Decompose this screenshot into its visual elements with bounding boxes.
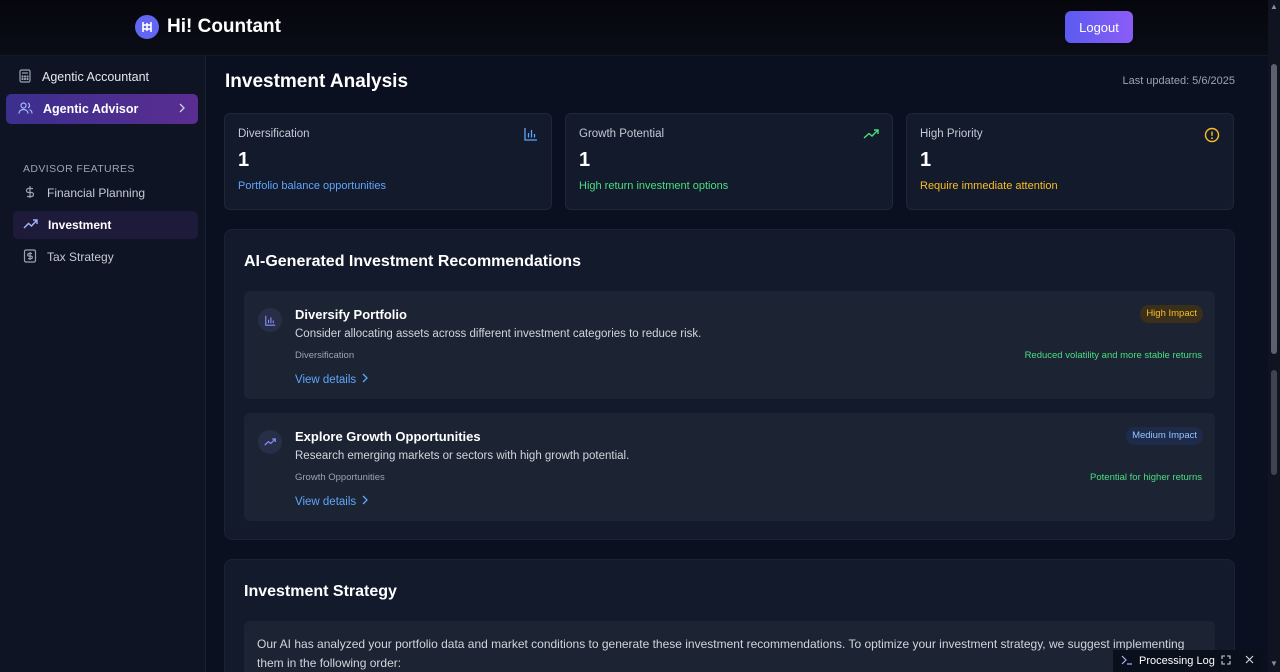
sidebar-item-label: Tax Strategy [47, 250, 114, 264]
section-label-advisor-features: ADVISOR FEATURES [23, 163, 135, 175]
impact-badge: Medium Impact [1126, 427, 1203, 445]
view-details-label: View details [295, 495, 357, 508]
sidebar-item-agentic-accountant[interactable]: Agentic Accountant [6, 62, 198, 92]
calculator-icon [18, 68, 32, 86]
last-updated-text: Last updated: 5/6/2025 [1122, 75, 1235, 87]
sidebar-item-label: Investment [48, 218, 112, 232]
strategy-text: Our AI has analyzed your portfolio data … [244, 621, 1215, 672]
strategy-panel: Investment Strategy Our AI has analyzed … [224, 559, 1235, 672]
recommendation-category: Diversification [295, 350, 355, 361]
recommendation-outcome: Potential for higher returns [1090, 472, 1202, 483]
logout-button[interactable]: Logout [1065, 11, 1133, 43]
stat-card-diversification: Diversification 1 Portfolio balance oppo… [224, 113, 552, 210]
stat-card-growth-potential: Growth Potential 1 High return investmen… [565, 113, 893, 210]
processing-log-bar[interactable]: Processing Log [1113, 650, 1261, 672]
scrollbar-thumb[interactable] [1271, 64, 1277, 354]
sidebar-item-tax-strategy[interactable]: Tax Strategy [13, 243, 198, 271]
terminal-icon [1121, 655, 1133, 668]
stat-description: Portfolio balance opportunities [238, 180, 386, 192]
scroll-down-arrow-icon[interactable]: ▼ [1270, 660, 1278, 668]
expand-icon[interactable] [1221, 654, 1231, 668]
recommendation-card[interactable]: Explore Growth Opportunities Research em… [244, 413, 1215, 521]
top-header: Hi! Countant Logout [0, 0, 1268, 56]
stat-label: Diversification [238, 128, 310, 140]
sidebar-item-investment[interactable]: Investment [13, 211, 198, 239]
view-details-link[interactable]: View details [295, 373, 369, 386]
view-details-link[interactable]: View details [295, 495, 369, 508]
close-icon[interactable] [1245, 655, 1254, 667]
strategy-title: Investment Strategy [244, 583, 397, 600]
stat-value: 1 [920, 149, 932, 171]
sidebar-item-label: Agentic Accountant [42, 70, 150, 84]
trending-up-icon [258, 430, 282, 454]
sidebar: Agentic Accountant Agentic Advisor ADVIS… [0, 56, 206, 672]
recommendation-description: Research emerging markets or sectors wit… [295, 450, 630, 462]
recommendation-title: Explore Growth Opportunities [295, 429, 481, 444]
stat-value: 1 [579, 149, 591, 171]
impact-badge: High Impact [1140, 305, 1203, 323]
dollar-icon [23, 185, 37, 202]
processing-log-label: Processing Log [1139, 655, 1215, 667]
receipt-dollar-icon [23, 248, 37, 266]
recommendation-outcome: Reduced volatility and more stable retur… [1024, 350, 1202, 361]
stat-description: Require immediate attention [920, 180, 1058, 192]
app-title: Hi! Countant [167, 16, 281, 37]
bar-chart-icon [524, 127, 538, 146]
chevron-right-icon [362, 373, 369, 386]
brand[interactable]: Hi! Countant [135, 15, 281, 39]
alert-circle-icon [1204, 127, 1220, 148]
sidebar-item-label: Financial Planning [47, 186, 146, 200]
sidebar-item-financial-planning[interactable]: Financial Planning [13, 179, 198, 207]
users-icon [18, 101, 33, 118]
trending-up-icon [863, 127, 879, 145]
chevron-right-icon [178, 102, 186, 117]
sidebar-item-agentic-advisor[interactable]: Agentic Advisor [6, 94, 198, 124]
recommendations-panel: AI-Generated Investment Recommendations … [224, 229, 1235, 540]
stat-card-high-priority: High Priority 1 Require immediate attent… [906, 113, 1234, 210]
recommendation-title: Diversify Portfolio [295, 307, 407, 322]
recommendation-card[interactable]: Diversify Portfolio Consider allocating … [244, 291, 1215, 399]
trending-up-icon [23, 218, 38, 233]
page-scrollbar[interactable]: ▲ ▼ [1268, 0, 1280, 672]
sidebar-item-label: Agentic Advisor [43, 102, 139, 116]
recommendation-description: Consider allocating assets across differ… [295, 328, 702, 340]
recommendation-category: Growth Opportunities [295, 472, 385, 483]
stat-value: 1 [238, 149, 250, 171]
page-title: Investment Analysis [225, 71, 409, 92]
stat-label: High Priority [920, 128, 983, 140]
stat-description: High return investment options [579, 180, 729, 192]
brand-logo-icon [135, 15, 159, 39]
scroll-up-arrow-icon[interactable]: ▲ [1270, 3, 1278, 11]
bar-chart-icon [258, 308, 282, 332]
chevron-right-icon [362, 495, 369, 508]
scrollbar-thumb-secondary[interactable] [1271, 370, 1277, 475]
recommendations-title: AI-Generated Investment Recommendations [244, 253, 581, 270]
stat-label: Growth Potential [579, 128, 665, 140]
view-details-label: View details [295, 373, 357, 386]
